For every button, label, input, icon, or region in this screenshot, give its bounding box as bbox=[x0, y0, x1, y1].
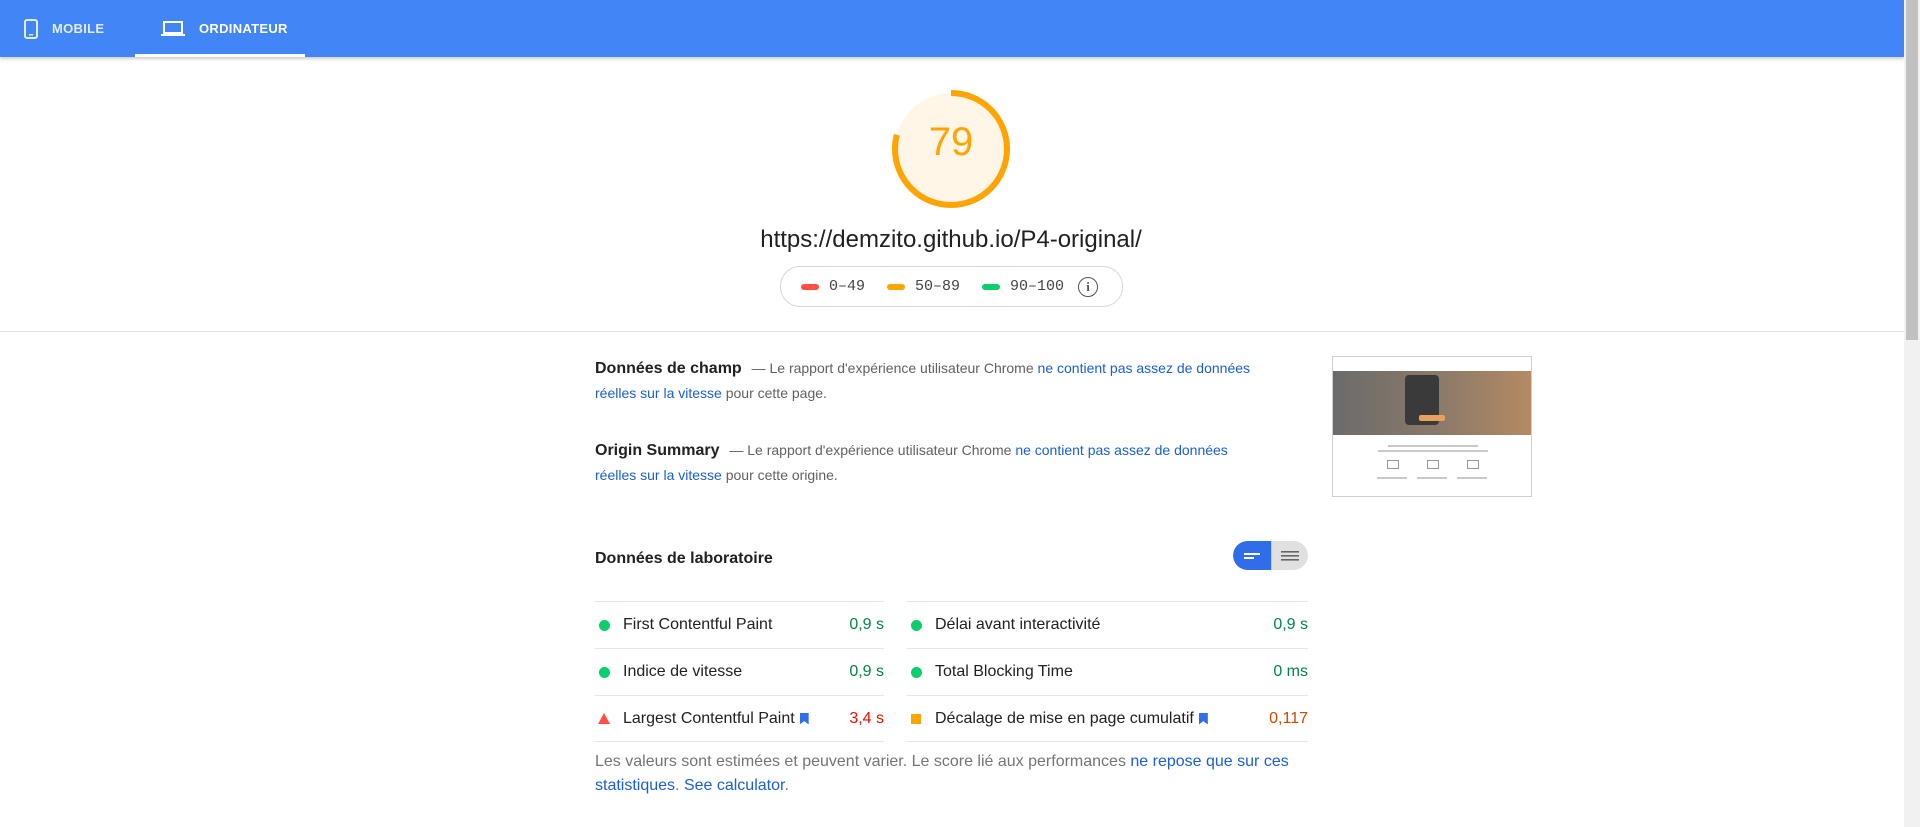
metric-largest-contentful-paint: Largest Contentful Paint 3,4 s bbox=[595, 695, 884, 742]
tested-url: https://demzito.github.io/P4-original/ bbox=[760, 226, 1142, 253]
thumbnail-text-line bbox=[1457, 477, 1487, 479]
thumbnail-header bbox=[1333, 357, 1531, 371]
metric-status-pass-icon bbox=[595, 619, 623, 631]
tab-desktop-label: ORDINATEUR bbox=[199, 21, 288, 36]
metric-cumulative-layout-shift: Décalage de mise en page cumulatif 0,117 bbox=[907, 695, 1308, 742]
lab-data-footnote: Les valeurs sont estimées et peuvent var… bbox=[595, 750, 1308, 798]
metric-label: Indice de vitesse bbox=[623, 663, 743, 680]
metric-label: Total Blocking Time bbox=[935, 663, 1073, 680]
pagespeed-report: MOBILE ORDINATEUR 79 https://demzito.git… bbox=[0, 0, 1920, 827]
lab-data-title: Données de laboratoire bbox=[595, 550, 773, 567]
bookmark-icon bbox=[799, 712, 809, 725]
header-divider bbox=[0, 331, 1904, 332]
tab-mobile-label: MOBILE bbox=[52, 21, 105, 36]
origin-summary-title: Origin Summary bbox=[595, 442, 720, 459]
performance-score: 79 bbox=[928, 120, 974, 164]
footnote-separator: . bbox=[675, 777, 684, 794]
metric-time-to-interactive: Délai avant interactivité 0,9 s bbox=[907, 601, 1308, 648]
tab-desktop[interactable]: ORDINATEUR bbox=[135, 0, 305, 57]
metric-total-blocking-time: Total Blocking Time 0 ms bbox=[907, 648, 1308, 695]
legend-pass-label: 90–100 bbox=[1010, 278, 1065, 295]
page-screenshot-thumbnail bbox=[1332, 356, 1532, 497]
metric-label: First Contentful Paint bbox=[623, 616, 773, 633]
active-tab-indicator bbox=[135, 54, 305, 57]
metric-status-pass-icon bbox=[595, 666, 623, 678]
legend-fail-swatch bbox=[801, 283, 819, 290]
legend-average: 50–89 bbox=[887, 278, 960, 295]
metrics-view-toggle[interactable] bbox=[1233, 541, 1308, 570]
tab-mobile[interactable]: MOBILE bbox=[24, 0, 134, 57]
thumbnail-text-line bbox=[1378, 450, 1488, 452]
metric-status-pass-icon bbox=[907, 619, 935, 631]
metric-status-pass-icon bbox=[907, 666, 935, 678]
footnote-end: . bbox=[784, 777, 789, 794]
device-tab-bar: MOBILE ORDINATEUR bbox=[0, 0, 1904, 57]
thumbnail-text-line bbox=[1417, 477, 1447, 479]
field-data-section: Données de champ — Le rapport d'expérien… bbox=[595, 356, 1255, 406]
metrics-column-left: First Contentful Paint 0,9 s Indice de v… bbox=[595, 601, 884, 742]
metric-value: 0,9 s bbox=[1273, 616, 1308, 633]
laptop-icon bbox=[161, 20, 185, 37]
origin-summary-text-end: pour cette origine. bbox=[721, 467, 838, 483]
metric-label: Largest Contentful Paint bbox=[623, 709, 795, 727]
expanded-view-button[interactable] bbox=[1271, 541, 1308, 570]
thumbnail-button bbox=[1419, 415, 1445, 421]
field-data-text: — Le rapport d'expérience utilisateur Ch… bbox=[747, 360, 1038, 376]
field-data-text-end: pour cette page. bbox=[721, 385, 827, 401]
legend-pass-swatch bbox=[982, 283, 1001, 290]
scrollbar-thumb[interactable] bbox=[1906, 0, 1918, 340]
metric-value: 0,9 s bbox=[849, 663, 884, 680]
metric-status-fail-icon bbox=[595, 713, 623, 724]
metric-value: 3,4 s bbox=[849, 709, 884, 727]
metric-label: Délai avant interactivité bbox=[935, 616, 1101, 633]
thumbnail-feature-icon bbox=[1467, 460, 1479, 469]
info-icon[interactable]: i bbox=[1078, 276, 1099, 297]
origin-summary-text: — Le rapport d'expérience utilisateur Ch… bbox=[725, 442, 1016, 458]
metrics-column-right: Délai avant interactivité 0,9 s Total Bl… bbox=[907, 601, 1308, 742]
legend-pass: 90–100 bbox=[982, 278, 1064, 295]
field-data-title: Données de champ bbox=[595, 360, 742, 377]
legend-fail-label: 0–49 bbox=[829, 278, 866, 295]
legend-average-swatch bbox=[887, 283, 906, 290]
origin-summary-section: Origin Summary — Le rapport d'expérience… bbox=[595, 438, 1255, 488]
metric-value: 0,9 s bbox=[849, 616, 884, 633]
expanded-view-icon bbox=[1281, 550, 1299, 561]
compact-view-button[interactable] bbox=[1233, 541, 1271, 570]
metric-speed-index: Indice de vitesse 0,9 s bbox=[595, 648, 884, 695]
thumbnail-text-line bbox=[1388, 445, 1478, 447]
compact-view-icon bbox=[1244, 552, 1260, 559]
legend-average-label: 50–89 bbox=[915, 278, 961, 295]
see-calculator-link[interactable]: See calculator bbox=[684, 777, 785, 794]
thumbnail-feature-icon bbox=[1427, 460, 1439, 469]
metric-first-contentful-paint: First Contentful Paint 0,9 s bbox=[595, 601, 884, 648]
thumbnail-feature-icon bbox=[1387, 460, 1399, 469]
metric-status-average-icon bbox=[907, 713, 935, 724]
legend-fail: 0–49 bbox=[801, 278, 865, 295]
metric-value: 0,117 bbox=[1269, 709, 1308, 727]
metric-label: Décalage de mise en page cumulatif bbox=[935, 709, 1194, 727]
metric-value: 0 ms bbox=[1273, 663, 1308, 680]
bookmark-icon bbox=[1198, 712, 1208, 725]
thumbnail-text-line bbox=[1377, 477, 1407, 479]
footnote-text: Les valeurs sont estimées et peuvent var… bbox=[595, 753, 1131, 770]
score-legend: 0–49 50–89 90–100 i bbox=[780, 266, 1123, 307]
phone-icon bbox=[24, 18, 38, 39]
